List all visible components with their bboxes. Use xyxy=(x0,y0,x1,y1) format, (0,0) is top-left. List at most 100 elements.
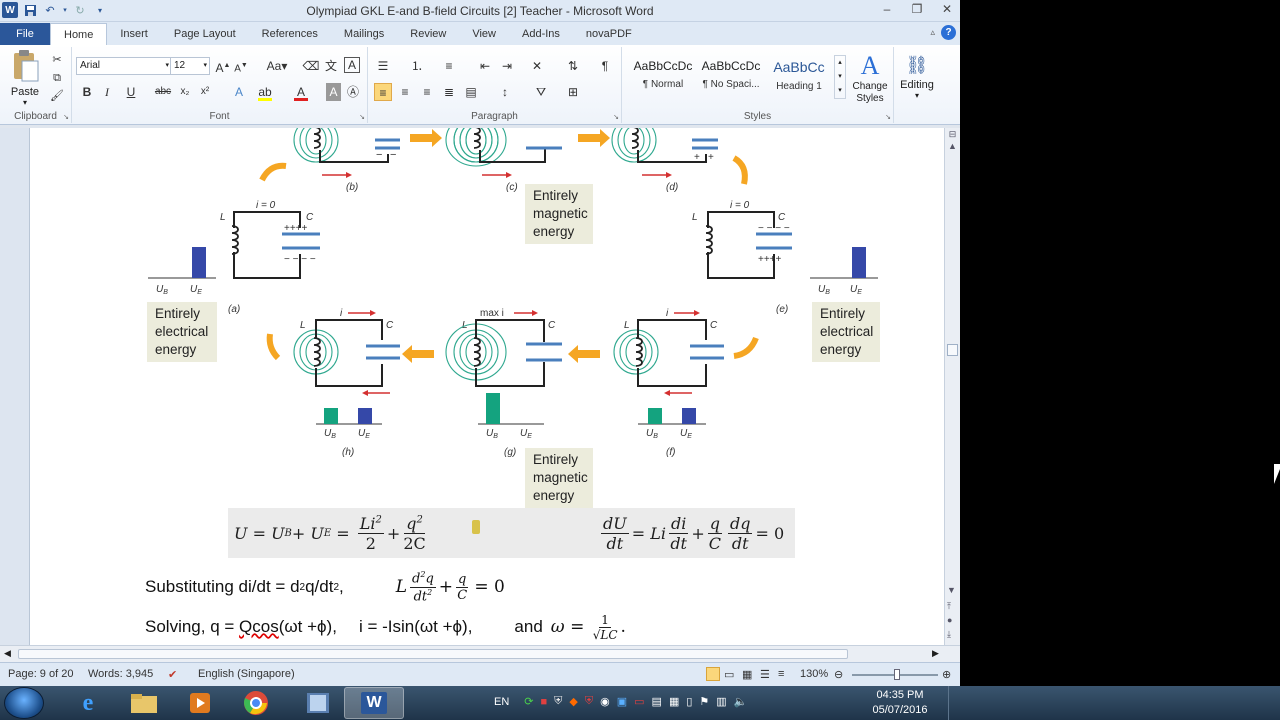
style-item[interactable]: AaBbCcDc ¶ No Spaci... xyxy=(696,53,766,97)
zoom-in-icon[interactable]: ⊕ xyxy=(942,668,951,681)
start-button[interactable] xyxy=(4,687,44,719)
tab-review[interactable]: Review xyxy=(397,23,459,45)
file-explorer-icon[interactable] xyxy=(114,687,174,719)
text-effects-icon[interactable]: A xyxy=(230,83,248,101)
tab-page-layout[interactable]: Page Layout xyxy=(161,23,249,45)
font-color-icon[interactable]: A xyxy=(292,83,310,101)
show-marks-icon[interactable]: ¶ xyxy=(596,57,614,75)
zoom-slider-thumb[interactable] xyxy=(894,669,900,680)
clear-formatting-icon[interactable]: ⌫ xyxy=(302,57,320,75)
scroll-up-icon[interactable]: ▲ xyxy=(945,140,960,152)
font-name-combo[interactable]: Arial ▾ xyxy=(76,57,172,75)
scroll-down-icon[interactable]: ▼ xyxy=(947,584,956,596)
tray-app-icon[interactable]: ▭ xyxy=(634,695,644,708)
clipboard-launcher-icon[interactable]: ↘ xyxy=(63,113,69,121)
tray-app-icon[interactable]: ◆ xyxy=(569,695,577,708)
camera-icon[interactable]: ◉ xyxy=(600,695,610,708)
action-center-icon[interactable]: ⚑ xyxy=(699,695,709,708)
ruler-toggle-icon[interactable]: ⊟ xyxy=(945,128,960,140)
tray-app-icon[interactable]: ▦ xyxy=(669,695,679,708)
decrease-indent-icon[interactable]: ⇤ xyxy=(476,57,494,75)
editing-button[interactable]: ⛓ Editing ▾ xyxy=(896,51,938,100)
style-item[interactable]: AaBbCc Heading 1 xyxy=(764,53,834,97)
asian-layout-icon[interactable]: ✕ xyxy=(528,57,546,75)
language[interactable]: English (Singapore) xyxy=(198,668,295,680)
grow-font-icon[interactable]: A▲ xyxy=(214,57,232,75)
tray-app-icon[interactable]: ▣ xyxy=(617,695,627,708)
sort-icon[interactable]: ⇅ xyxy=(564,57,582,75)
subscript-icon[interactable]: x₂ xyxy=(176,83,194,101)
enclose-characters-icon[interactable]: Ⓐ xyxy=(344,83,362,101)
vertical-scrollbar[interactable]: ⊟ ▲ ▼ ⤒ ● ⤓ xyxy=(944,128,960,645)
paragraph-launcher-icon[interactable]: ↘ xyxy=(613,113,619,121)
format-painter-icon[interactable]: 🖌 xyxy=(48,87,66,105)
close-icon[interactable]: ✕ xyxy=(940,2,954,16)
change-styles-button[interactable]: A Change Styles xyxy=(848,51,892,105)
zoom-level[interactable]: 130% xyxy=(800,668,828,680)
internet-explorer-icon[interactable]: e xyxy=(58,687,118,719)
character-shading-icon[interactable]: A xyxy=(326,83,341,101)
word-count[interactable]: Words: 3,945 xyxy=(88,668,153,680)
proofing-icon[interactable]: ✔ xyxy=(168,668,177,681)
sync-icon[interactable]: ⟳ xyxy=(524,695,533,708)
paste-dropdown-icon[interactable]: ▾ xyxy=(6,98,44,107)
h-scroll-thumb[interactable] xyxy=(18,649,848,659)
scroll-thumb[interactable] xyxy=(947,344,958,356)
align-right-icon[interactable]: ≡ xyxy=(418,83,436,101)
clock[interactable]: 04:35 PM 05/07/2016 xyxy=(860,688,940,718)
character-border-icon[interactable]: A xyxy=(344,57,360,73)
style-item[interactable]: AaBbCcDc ¶ Normal xyxy=(628,53,698,97)
shading-icon[interactable]: ⛛ xyxy=(532,83,550,101)
restore-icon[interactable]: ❐ xyxy=(910,2,924,16)
distributed-icon[interactable]: ▤ xyxy=(462,83,480,101)
paste-button[interactable]: Paste ▾ xyxy=(6,49,44,107)
view-full-screen-icon[interactable]: ▭ xyxy=(724,668,734,681)
tab-mailings[interactable]: Mailings xyxy=(331,23,397,45)
word-taskbar-icon[interactable]: W xyxy=(344,687,404,719)
show-desktop-button[interactable] xyxy=(948,686,960,720)
view-web-layout-icon[interactable]: ▦ xyxy=(742,668,752,681)
copy-icon[interactable]: ⧉ xyxy=(48,69,66,87)
numbering-icon[interactable]: ⒈ xyxy=(408,57,426,75)
tab-insert[interactable]: Insert xyxy=(107,23,161,45)
zoom-out-icon[interactable]: ⊖ xyxy=(834,668,843,681)
network-icon[interactable]: ▥ xyxy=(716,695,726,708)
align-center-icon[interactable]: ≡ xyxy=(396,83,414,101)
styles-scroll[interactable]: ▴ ▾ ▾ xyxy=(834,55,846,99)
page-count[interactable]: Page: 9 of 20 xyxy=(8,668,73,680)
font-launcher-icon[interactable]: ↘ xyxy=(359,113,365,121)
language-indicator[interactable]: EN xyxy=(494,696,509,708)
cut-icon[interactable]: ✂ xyxy=(48,51,66,69)
multilevel-list-icon[interactable]: ≡ xyxy=(440,57,458,75)
tab-novapdf[interactable]: novaPDF xyxy=(573,23,645,45)
scroll-left-icon[interactable]: ◀ xyxy=(4,648,11,659)
tab-references[interactable]: References xyxy=(249,23,331,45)
tab-add-ins[interactable]: Add-Ins xyxy=(509,23,573,45)
scroll-right-icon[interactable]: ▶ xyxy=(932,648,939,659)
horizontal-scrollbar[interactable]: ◀ ▶ xyxy=(0,645,960,662)
styles-launcher-icon[interactable]: ↘ xyxy=(885,113,891,121)
view-outline-icon[interactable]: ☰ xyxy=(760,668,770,681)
browse-object-icon[interactable]: ● xyxy=(947,614,952,626)
minimize-ribbon-icon[interactable]: ▵ xyxy=(930,27,935,38)
volume-icon[interactable]: 🔈 xyxy=(734,695,748,708)
borders-icon[interactable]: ⊞ xyxy=(564,83,582,101)
shrink-font-icon[interactable]: A▼ xyxy=(232,57,250,75)
strikethrough-icon[interactable]: abc xyxy=(154,83,172,101)
bullets-icon[interactable]: ☰ xyxy=(374,57,392,75)
shield-icon[interactable]: ⛨ xyxy=(554,695,562,708)
highlight-icon[interactable]: ab xyxy=(256,83,274,101)
battery-icon[interactable]: ▯ xyxy=(686,695,692,708)
next-page-icon[interactable]: ⤓ xyxy=(947,628,951,640)
view-print-layout-icon[interactable] xyxy=(706,667,720,681)
shield-icon[interactable]: ⛨ xyxy=(585,695,593,708)
italic-icon[interactable]: I xyxy=(98,83,116,101)
previous-page-icon[interactable]: ⤒ xyxy=(947,600,951,612)
change-case-icon[interactable]: Aa▾ xyxy=(264,57,290,75)
tray-app-icon[interactable]: ▤ xyxy=(652,695,662,708)
help-icon[interactable]: ? xyxy=(941,25,956,40)
tray-app-icon[interactable]: ■ xyxy=(541,696,548,708)
view-draft-icon[interactable]: ≡ xyxy=(778,668,784,680)
media-player-icon[interactable] xyxy=(170,687,230,719)
tab-home[interactable]: Home xyxy=(50,23,108,45)
